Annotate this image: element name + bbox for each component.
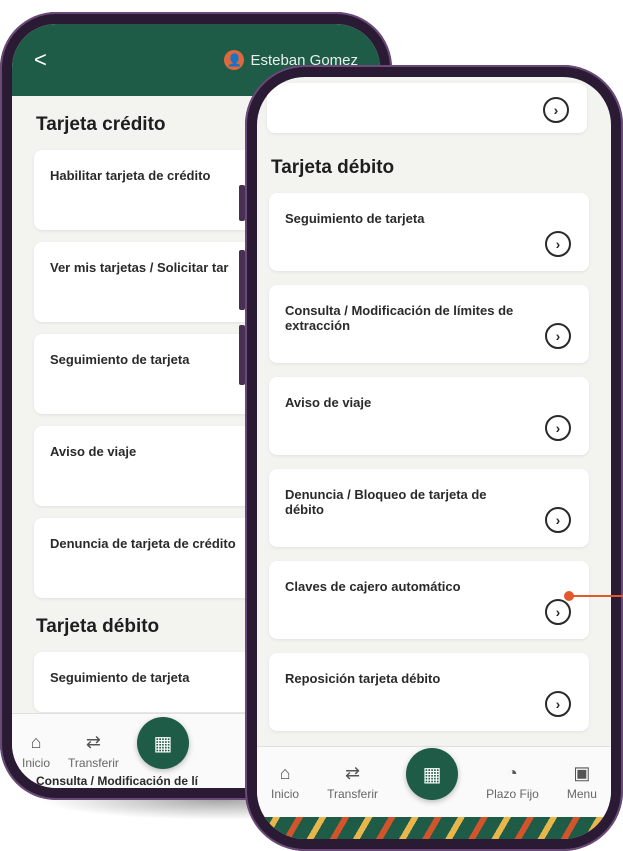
side-button [239, 325, 245, 385]
nav-menu[interactable]: ▣ Menu [567, 763, 597, 801]
nav-fixed-term[interactable]: ◔ Plazo Fijo [486, 763, 539, 801]
front-phone-screen: › Tarjeta débito Seguimiento de tarjeta … [257, 77, 611, 839]
list-item[interactable]: Reposición tarjeta débito › [269, 653, 589, 731]
nav-home-label: Inicio [271, 787, 300, 801]
back-icon[interactable]: < [34, 47, 47, 73]
piggy-bank-icon: ◔ [507, 763, 518, 783]
list-item-label: Seguimiento de tarjeta [285, 211, 425, 226]
qr-button[interactable]: ▦ [136, 717, 189, 769]
list-item-label: Aviso de viaje [285, 395, 372, 410]
qr-icon: ▦ [422, 763, 442, 786]
decorative-pattern [257, 817, 611, 839]
nav-menu-label: Menu [566, 787, 597, 801]
chevron-right-icon[interactable]: › [545, 507, 571, 533]
transfer-icon: ⇄ [345, 763, 361, 783]
chevron-right-icon[interactable]: › [545, 691, 571, 717]
list-item-label: Ver mis tarjetas / Solicitar tar [50, 260, 229, 275]
list-item-label: Aviso de viaje [50, 444, 137, 459]
side-button [239, 185, 245, 221]
list-item[interactable]: Denuncia / Bloqueo de tarjeta de débito … [269, 469, 589, 547]
list-item[interactable]: Seguimiento de tarjeta › [269, 193, 589, 271]
list-item-label: Consulta / Modificación de límites de ex… [285, 303, 514, 333]
home-icon: ⌂ [30, 732, 42, 752]
list-item[interactable]: Aviso de viaje › [269, 377, 589, 455]
list-item[interactable]: Claves de cajero automático › [269, 561, 589, 639]
chevron-right-icon[interactable]: › [545, 231, 571, 257]
qr-button[interactable]: ▦ [406, 748, 459, 800]
qr-icon: ▦ [153, 732, 173, 755]
callout-line [570, 595, 623, 597]
chevron-right-icon[interactable]: › [543, 97, 569, 123]
bottom-nav: ⌂ Inicio ⇄ Transferir ▦ ◔ Plazo Fijo ▣ M… [257, 746, 611, 817]
nav-fixed-term-label: Plazo Fijo [486, 787, 539, 801]
nav-home-label: Inicio [22, 756, 51, 770]
nav-home[interactable]: ⌂ Inicio [271, 763, 299, 801]
list-item-label: Denuncia de tarjeta de crédito [50, 536, 236, 551]
list-item-label: Denuncia / Bloqueo de tarjeta de débito [285, 487, 487, 517]
list-item-label: Reposición tarjeta débito [285, 671, 441, 686]
nav-home[interactable]: ⌂ Inicio [22, 732, 50, 770]
section-title-debit: Tarjeta débito [271, 157, 395, 178]
list-item-label: Claves de cajero automático [285, 579, 461, 594]
chevron-right-icon[interactable]: › [545, 415, 571, 441]
home-icon: ⌂ [279, 763, 291, 783]
chevron-right-icon[interactable]: › [545, 599, 571, 625]
nav-transfer[interactable]: ⇄ Transferir [68, 732, 119, 770]
nav-transfer-label: Transferir [68, 756, 119, 770]
list-item-label: Habilitar tarjeta de crédito [50, 168, 211, 183]
menu-grid-icon: ▣ [573, 763, 591, 783]
list-item[interactable]: Consulta / Modificación de límites de ex… [269, 285, 589, 363]
nav-transfer-label: Transferir [327, 787, 379, 801]
list-item-peek: Consulta / Modificación de lí [36, 774, 199, 788]
nav-transfer[interactable]: ⇄ Transferir [327, 763, 378, 801]
list-item-label: Seguimiento de tarjeta [50, 352, 190, 367]
user-icon: 👤 [224, 50, 245, 70]
front-phone: › Tarjeta débito Seguimiento de tarjeta … [239, 65, 623, 851]
list-item[interactable]: › [267, 83, 587, 133]
list-item-label: Seguimiento de tarjeta [50, 670, 190, 685]
transfer-icon: ⇄ [85, 732, 102, 752]
callout-dot [564, 591, 574, 601]
chevron-right-icon[interactable]: › [545, 323, 571, 349]
side-button [239, 250, 245, 310]
